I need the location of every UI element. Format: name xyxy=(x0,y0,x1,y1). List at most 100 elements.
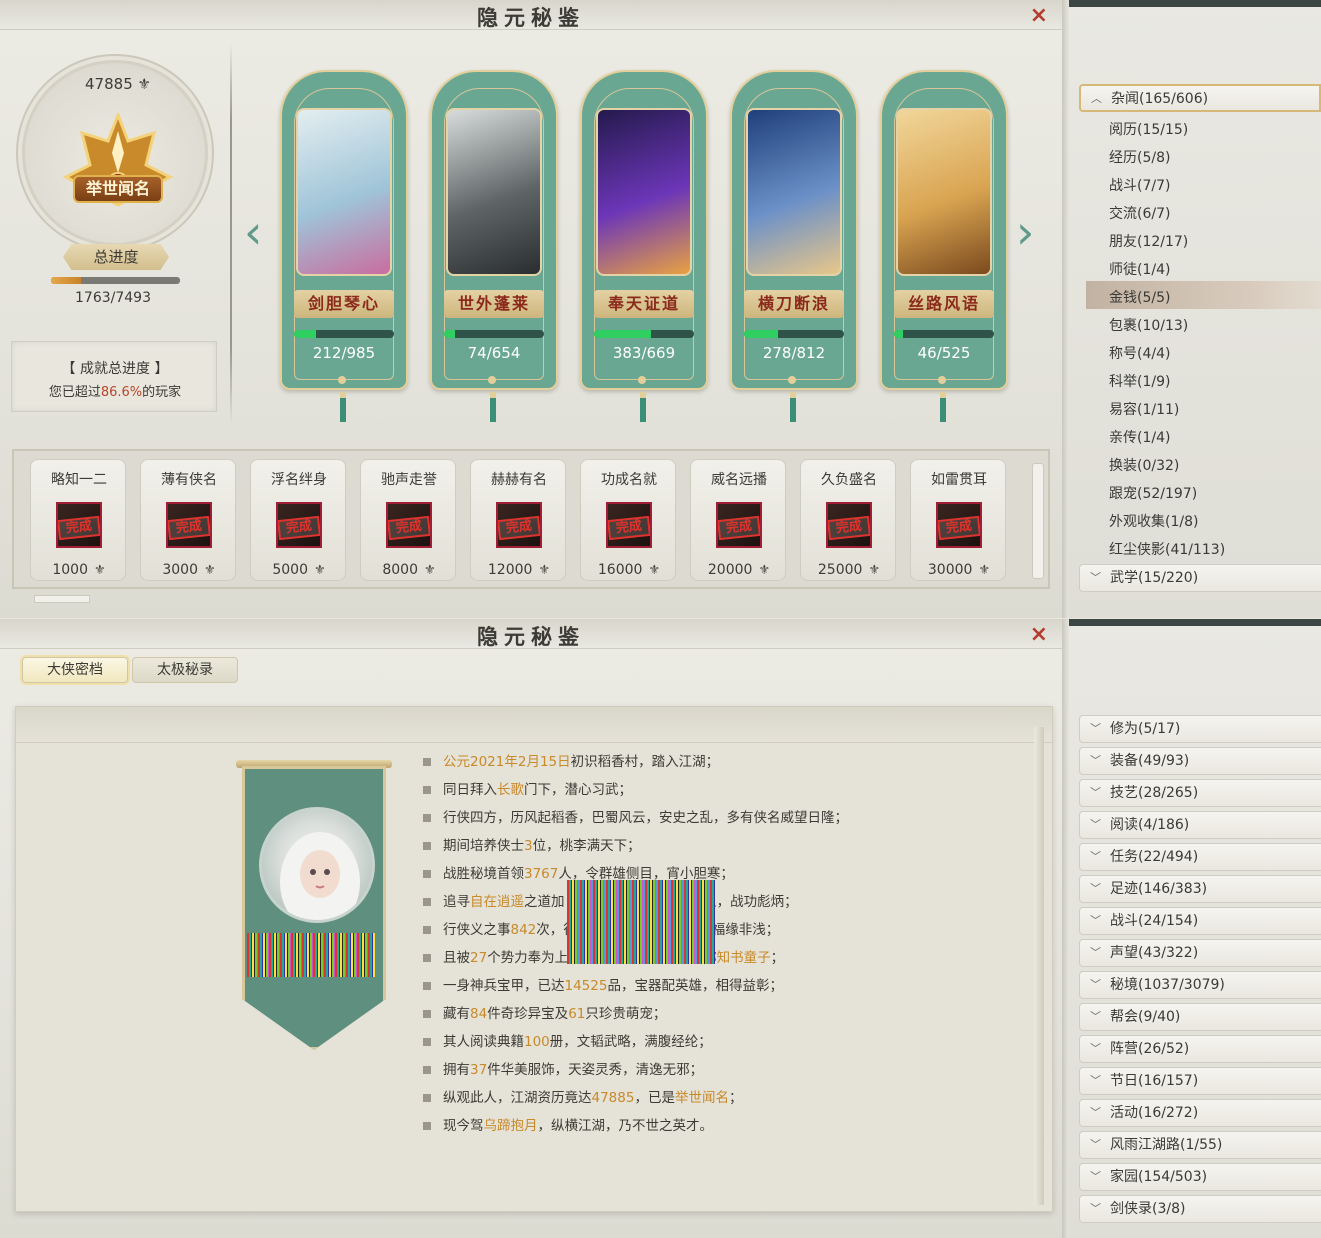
category-card[interactable]: 横刀断浪 278/812 xyxy=(730,70,858,422)
tree-group[interactable]: ﹀ 战斗(24/154) xyxy=(1079,907,1321,935)
chevron-down-icon: ﹀ xyxy=(1090,1138,1101,1151)
chevron-down-icon: ﹀ xyxy=(1090,882,1101,895)
category-art xyxy=(296,108,392,276)
lore-line: 期间培养侠士3位，桃李满天下； xyxy=(423,834,641,854)
reputation-tier[interactable]: 驰声走誉 完成 8000 ⚜ xyxy=(360,459,456,581)
character-portrait xyxy=(259,807,375,923)
lore-highlight: 61 xyxy=(568,1006,586,1022)
tier-threshold-value: 3000 xyxy=(162,562,198,578)
prev-category-button[interactable]: ‹ xyxy=(244,205,262,259)
reputation-tier[interactable]: 久负盛名 完成 25000 ⚜ xyxy=(800,459,896,581)
tree-group-label: 秘境(1037/3079) xyxy=(1110,977,1225,993)
tree-group[interactable]: ﹀ 秘境(1037/3079) xyxy=(1079,971,1321,999)
window-title: 隐元秘鉴 xyxy=(477,5,585,30)
lore-text-segment: 初识稻香村，踏入江湖； xyxy=(570,754,720,770)
reputation-tier[interactable]: 赫赫有名 完成 12000 ⚜ xyxy=(470,459,566,581)
lore-text-segment: 同日拜入 xyxy=(443,782,497,798)
tab-hero-archive[interactable]: 大侠密档 xyxy=(22,657,128,683)
tree-item[interactable]: 朋友(12/17) xyxy=(1109,231,1188,251)
tree-group-label: 节日(16/157) xyxy=(1110,1073,1199,1089)
reputation-tier[interactable]: 略知一二 完成 1000 ⚜ xyxy=(30,459,126,581)
lore-line: 其人阅读典籍100册，文韬武略，满腹经纶； xyxy=(423,1030,712,1050)
category-card[interactable]: 奉天证道 383/669 xyxy=(580,70,708,422)
tree-group[interactable]: ﹀ 活动(16/272) xyxy=(1079,1099,1321,1127)
tree-group[interactable]: ﹀ 任务(22/494) xyxy=(1079,843,1321,871)
scroll-header xyxy=(16,707,1052,743)
category-card[interactable]: 剑胆琴心 212/985 xyxy=(280,70,408,422)
tree-group[interactable]: ﹀ 足迹(146/383) xyxy=(1079,875,1321,903)
tree-item[interactable]: 包裹(10/13) xyxy=(1109,315,1188,335)
completed-stamp: 完成 xyxy=(498,515,540,541)
tree-group-martial[interactable]: ﹀ 武学(15/220) xyxy=(1079,564,1321,592)
tree-item[interactable]: 外观收集(1/8) xyxy=(1109,511,1198,531)
reputation-tier[interactable]: 功成名就 完成 16000 ⚜ xyxy=(580,459,676,581)
tier-name: 驰声走誉 xyxy=(381,472,437,488)
tree-item[interactable]: 经历(5/8) xyxy=(1109,147,1170,167)
lore-highlight: 长歌 xyxy=(497,782,524,798)
close-button-bottom[interactable]: × xyxy=(1030,622,1048,647)
lore-text-segment: 追寻 xyxy=(443,894,470,910)
tree-item[interactable]: 易容(1/11) xyxy=(1109,399,1179,419)
tree-group-label: 技艺(28/265) xyxy=(1110,785,1199,801)
category-progress-fill xyxy=(294,330,316,338)
lore-highlight: 37 xyxy=(470,1062,488,1078)
tier-name: 浮名绊身 xyxy=(271,472,327,488)
category-art xyxy=(446,108,542,276)
tab-taiji-records[interactable]: 太极秘录 xyxy=(132,657,238,683)
category-card[interactable]: 世外蓬莱 74/654 xyxy=(430,70,558,422)
reputation-tier[interactable]: 浮名绊身 完成 5000 ⚜ xyxy=(250,459,346,581)
lore-text-segment: 之道加 xyxy=(524,894,565,910)
tree-item[interactable]: 跟宠(52/197) xyxy=(1109,483,1197,503)
tree-item[interactable]: 师徒(1/4) xyxy=(1109,259,1170,279)
tree-item[interactable]: 金钱(5/5) xyxy=(1109,287,1170,307)
tree-group[interactable]: ﹀ 节日(16/157) xyxy=(1079,1067,1321,1095)
overall-progress-title: 【 成就总进度 】 xyxy=(61,361,169,377)
tree-group[interactable]: ﹀ 技艺(28/265) xyxy=(1079,779,1321,807)
tree-item[interactable]: 战斗(7/7) xyxy=(1109,175,1170,195)
tree-item[interactable]: 换装(0/32) xyxy=(1109,455,1179,475)
tree-item[interactable]: 称号(4/4) xyxy=(1109,343,1170,363)
tier-reward-icon: 完成 xyxy=(166,502,212,548)
tier-name: 略知一二 xyxy=(51,472,107,488)
tree-group[interactable]: ﹀ 帮会(9/40) xyxy=(1079,1003,1321,1031)
points-icon: ⚜ xyxy=(137,75,151,93)
category-progress-count: 212/985 xyxy=(312,344,376,362)
tree-group[interactable]: ﹀ 阵营(26/52) xyxy=(1079,1035,1321,1063)
tree-group[interactable]: ﹀ 家园(154/503) xyxy=(1079,1163,1321,1191)
tree-group[interactable]: ﹀ 声望(43/322) xyxy=(1079,939,1321,967)
strip-scroll-handle[interactable] xyxy=(1032,463,1044,579)
scroll-curl xyxy=(1034,727,1044,1205)
tree-group[interactable]: ﹀ 装备(49/93) xyxy=(1079,747,1321,775)
reputation-tier[interactable]: 薄有侠名 完成 3000 ⚜ xyxy=(140,459,236,581)
category-card[interactable]: 丝路风语 46/525 xyxy=(880,70,1008,422)
reputation-tier[interactable]: 如雷贯耳 完成 30000 ⚜ xyxy=(910,459,1006,581)
tree-group[interactable]: ﹀ 阅读(4/186) xyxy=(1079,811,1321,839)
tree-item[interactable]: 交流(6/7) xyxy=(1109,203,1170,223)
tree-item[interactable]: 阅历(15/15) xyxy=(1109,119,1188,139)
tree-group[interactable]: ﹀ 修为(5/17) xyxy=(1079,715,1321,743)
tier-threshold: 12000 ⚜ xyxy=(471,562,567,578)
reputation-tier[interactable]: 威名远播 完成 20000 ⚜ xyxy=(690,459,786,581)
tree-group[interactable]: ﹀ 剑侠录(3/8) xyxy=(1079,1195,1321,1223)
points-icon: ⚜ xyxy=(758,563,771,578)
close-button[interactable]: × xyxy=(1030,3,1048,28)
category-art xyxy=(896,108,992,276)
tier-scrollbar[interactable] xyxy=(34,595,90,603)
sidebar-edge xyxy=(1062,0,1069,618)
lore-text-segment: 拥有 xyxy=(443,1062,470,1078)
tree-group[interactable]: ﹀ 风雨江湖路(1/55) xyxy=(1079,1131,1321,1159)
lore-line: 拥有37件华美服饰，天姿灵秀，清逸无邪； xyxy=(423,1058,703,1078)
category-progress-fill xyxy=(594,330,652,338)
tassel xyxy=(940,392,946,422)
lore-text-segment: 件奇珍异宝及 xyxy=(487,1006,569,1022)
chevron-down-icon: ﹀ xyxy=(1090,1074,1101,1087)
next-category-button[interactable]: › xyxy=(1016,205,1034,259)
lore-highlight: 乌蹄抱月 xyxy=(483,1118,538,1134)
tree-item[interactable]: 科举(1/9) xyxy=(1109,371,1170,391)
tree-group-misc[interactable]: ︿ 杂闻(165/606) xyxy=(1079,84,1321,112)
tree-item[interactable]: 亲传(1/4) xyxy=(1109,427,1170,447)
tree-item[interactable]: 红尘侠影(41/113) xyxy=(1109,539,1225,559)
lore-line: 现今驾乌蹄抱月，纵横江湖，乃不世之英才。 xyxy=(423,1114,713,1134)
chevron-down-icon: ﹀ xyxy=(1090,1010,1101,1023)
window-title-bottom: 隐元秘鉴 xyxy=(477,624,585,649)
